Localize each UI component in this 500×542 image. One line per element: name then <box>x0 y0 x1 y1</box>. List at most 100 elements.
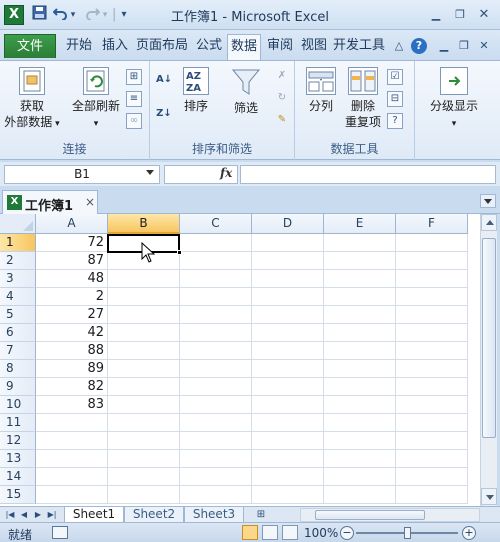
cell-f13[interactable] <box>396 450 468 468</box>
cell-a3[interactable]: 48 <box>36 270 108 288</box>
sheet-tab-sheet3[interactable]: Sheet3 <box>184 507 244 523</box>
row-header-13[interactable]: 13 <box>0 450 36 468</box>
cell-e11[interactable] <box>324 414 396 432</box>
cell-a6[interactable]: 42 <box>36 324 108 342</box>
cell-f9[interactable] <box>396 378 468 396</box>
refresh-dropdown-icon[interactable]: ▾ <box>94 119 99 129</box>
cell-c14[interactable] <box>180 468 252 486</box>
tab-home[interactable]: 开始 <box>62 34 96 58</box>
cell-e3[interactable] <box>324 270 396 288</box>
cell-b15[interactable] <box>108 486 180 504</box>
vertical-scroll-thumb[interactable] <box>482 238 496 438</box>
refresh-all-button[interactable]: 全部刷新 ▾ <box>68 65 124 132</box>
last-sheet-icon[interactable]: ▶| <box>46 509 58 521</box>
horizontal-scroll-thumb[interactable] <box>315 510 425 520</box>
get-external-data-button[interactable]: 获取 外部数据 ▾ <box>2 65 62 132</box>
row-header-1[interactable]: 1 <box>0 234 36 252</box>
cell-c1[interactable] <box>180 234 252 252</box>
cell-b5[interactable] <box>108 306 180 324</box>
next-sheet-icon[interactable]: ▶ <box>32 509 44 521</box>
workbook-tab-close-icon[interactable]: × <box>85 195 95 209</box>
row-header-14[interactable]: 14 <box>0 468 36 486</box>
workbook-restore-icon[interactable]: ❐ <box>456 38 472 54</box>
cell-d15[interactable] <box>252 486 324 504</box>
what-if-analysis-icon[interactable]: ? <box>387 113 403 129</box>
cell-e13[interactable] <box>324 450 396 468</box>
zoom-level[interactable]: 100% <box>304 526 338 540</box>
reapply-icon[interactable]: ↻ <box>274 91 290 107</box>
name-box[interactable]: B1 <box>4 165 160 184</box>
tab-file[interactable]: 文件 <box>4 34 56 58</box>
cell-f12[interactable] <box>396 432 468 450</box>
sheet-tab-sheet2[interactable]: Sheet2 <box>124 507 184 523</box>
cell-c5[interactable] <box>180 306 252 324</box>
tab-developer[interactable]: 开发工具 <box>331 34 387 58</box>
cell-d6[interactable] <box>252 324 324 342</box>
row-header-10[interactable]: 10 <box>0 396 36 414</box>
cell-f15[interactable] <box>396 486 468 504</box>
sheet-tab-sheet1[interactable]: Sheet1 <box>64 507 124 523</box>
sort-asc-icon[interactable]: A↓ <box>156 73 172 89</box>
cell-c4[interactable] <box>180 288 252 306</box>
cell-a4[interactable]: 2 <box>36 288 108 306</box>
tab-formulas[interactable]: 公式 <box>192 34 226 58</box>
row-header-2[interactable]: 2 <box>0 252 36 270</box>
cell-a14[interactable] <box>36 468 108 486</box>
cell-a1[interactable]: 72 <box>36 234 108 252</box>
cell-f14[interactable] <box>396 468 468 486</box>
row-header-7[interactable]: 7 <box>0 342 36 360</box>
cell-c9[interactable] <box>180 378 252 396</box>
cell-e1[interactable] <box>324 234 396 252</box>
cell-b13[interactable] <box>108 450 180 468</box>
insert-function-icon[interactable]: fx <box>220 166 232 180</box>
zoom-in-icon[interactable]: + <box>462 526 476 540</box>
workbook-tab[interactable]: X 工作簿1 × <box>2 190 98 214</box>
row-header-15[interactable]: 15 <box>0 486 36 504</box>
filter-button[interactable]: 筛选 <box>228 65 264 116</box>
horizontal-scrollbar[interactable] <box>300 508 480 522</box>
tab-insert[interactable]: 插入 <box>98 34 132 58</box>
cell-d4[interactable] <box>252 288 324 306</box>
cell-c3[interactable] <box>180 270 252 288</box>
cell-c6[interactable] <box>180 324 252 342</box>
cell-d14[interactable] <box>252 468 324 486</box>
cell-d1[interactable] <box>252 234 324 252</box>
cell-f4[interactable] <box>396 288 468 306</box>
cell-d5[interactable] <box>252 306 324 324</box>
column-header-d[interactable]: D <box>252 214 324 234</box>
row-header-3[interactable]: 3 <box>0 270 36 288</box>
edit-links-icon[interactable]: ∞ <box>126 113 142 129</box>
select-all-corner[interactable] <box>0 214 36 234</box>
cell-f8[interactable] <box>396 360 468 378</box>
workbook-minimize-icon[interactable]: ▁ <box>436 38 452 54</box>
cell-d10[interactable] <box>252 396 324 414</box>
insert-sheet-icon[interactable]: ⊞ <box>252 508 270 522</box>
zoom-out-icon[interactable]: − <box>340 526 354 540</box>
row-header-6[interactable]: 6 <box>0 324 36 342</box>
column-header-e[interactable]: E <box>324 214 396 234</box>
cell-d12[interactable] <box>252 432 324 450</box>
cell-e8[interactable] <box>324 360 396 378</box>
cell-c10[interactable] <box>180 396 252 414</box>
restore-icon[interactable]: ❐ <box>451 7 469 23</box>
cell-e4[interactable] <box>324 288 396 306</box>
worksheet-grid[interactable]: A B C D E F 1 72 2 87 3 48 4 2 5 27 6 42 7 88 8 89 9 82 10 83 11 12… <box>0 214 480 506</box>
scroll-up-button[interactable] <box>481 214 497 231</box>
cell-a9[interactable]: 82 <box>36 378 108 396</box>
cell-b11[interactable] <box>108 414 180 432</box>
row-header-4[interactable]: 4 <box>0 288 36 306</box>
text-to-columns-button[interactable]: 分列 <box>301 65 341 114</box>
prev-sheet-icon[interactable]: ◀ <box>18 509 30 521</box>
page-layout-view-icon[interactable] <box>262 525 278 540</box>
zoom-slider-thumb[interactable] <box>404 527 411 539</box>
data-validation-icon[interactable]: ☑ <box>387 69 403 85</box>
cell-c7[interactable] <box>180 342 252 360</box>
column-header-b[interactable]: B <box>108 214 180 234</box>
cell-c12[interactable] <box>180 432 252 450</box>
page-break-view-icon[interactable] <box>282 525 298 540</box>
vertical-scrollbar[interactable] <box>480 214 497 506</box>
cell-e15[interactable] <box>324 486 396 504</box>
outline-dropdown-icon[interactable]: ▾ <box>452 119 457 129</box>
cell-a11[interactable] <box>36 414 108 432</box>
cell-b4[interactable] <box>108 288 180 306</box>
